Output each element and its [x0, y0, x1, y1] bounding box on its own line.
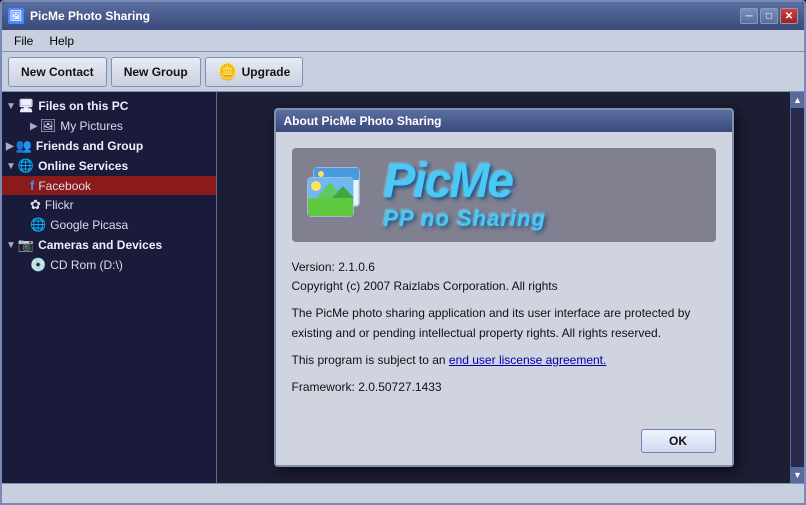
- license-text: This program is subject to an end user l…: [292, 351, 716, 370]
- ok-button[interactable]: OK: [641, 429, 716, 453]
- picme-sub-text: PP no Sharing: [384, 206, 706, 232]
- dialog-footer: OK: [276, 421, 732, 465]
- dialog-title-bar: About PicMe Photo Sharing: [276, 110, 732, 132]
- sidebar-files-label: Files on this PC: [38, 99, 128, 113]
- sidebar-flickr-label: Flickr: [45, 198, 74, 212]
- new-group-button[interactable]: New Group: [111, 57, 201, 87]
- close-button[interactable]: ✕: [780, 8, 798, 24]
- app-icon: 🖼: [8, 8, 24, 24]
- window-title: PicMe Photo Sharing: [30, 9, 740, 23]
- version-line: Version: 2.1.0.6 Copyright (c) 2007 Raizl…: [292, 258, 716, 296]
- cdrom-icon: 💿: [30, 257, 46, 273]
- expand-arrow-friends: ▶: [6, 141, 14, 152]
- title-bar: 🖼 PicMe Photo Sharing ─ □ ✕: [2, 2, 804, 30]
- picme-logo-text: PicMe: [384, 158, 706, 206]
- dialog-overlay: About PicMe Photo Sharing: [217, 92, 790, 483]
- scroll-track: [791, 108, 804, 467]
- maximize-button[interactable]: □: [760, 8, 778, 24]
- menu-help[interactable]: Help: [41, 32, 82, 50]
- sidebar-item-facebook[interactable]: f Facebook: [2, 176, 216, 195]
- scroll-down-arrow[interactable]: ▼: [791, 467, 804, 483]
- scroll-up-arrow[interactable]: ▲: [791, 92, 804, 108]
- main-panel: About PicMe Photo Sharing: [217, 92, 790, 483]
- dialog-title: About PicMe Photo Sharing: [284, 114, 442, 128]
- framework-value: 2.0.50727.1433: [358, 380, 441, 394]
- facebook-icon: f: [30, 178, 34, 193]
- minimize-button[interactable]: ─: [740, 8, 758, 24]
- camera-icon: 📷: [18, 237, 34, 253]
- about-dialog: About PicMe Photo Sharing: [274, 108, 734, 467]
- menu-bar: File Help: [2, 30, 804, 52]
- expand-arrow-online: ▼: [6, 161, 16, 172]
- copyright-text: Copyright (c) 2007 Raizlabs Corporation.…: [292, 279, 558, 293]
- toolbar: New Contact New Group 🪙 Upgrade: [2, 52, 804, 92]
- sidebar-facebook-label: Facebook: [38, 179, 91, 193]
- coin-icon: 🪙: [218, 62, 238, 82]
- version-label: Version:: [292, 260, 339, 274]
- sidebar-section-files[interactable]: ▼ 🖥 Files on this PC: [2, 96, 216, 116]
- online-icon: 🌐: [18, 158, 34, 174]
- dialog-body: PicMe PP no Sharing Version: 2.1.0.6 Copy…: [276, 132, 732, 421]
- flickr-icon: ✿: [30, 197, 41, 213]
- sidebar: ▼ 🖥 Files on this PC ▶ 🖼 My Pictures ▶ 👥…: [2, 92, 217, 483]
- menu-file[interactable]: File: [6, 32, 41, 50]
- friends-icon: 👥: [16, 138, 32, 154]
- sidebar-cameras-label: Cameras and Devices: [38, 238, 162, 252]
- sidebar-section-friends[interactable]: ▶ 👥 Friends and Group: [2, 136, 216, 156]
- main-scrollbar: ▲ ▼: [790, 92, 804, 483]
- sidebar-friends-label: Friends and Group: [36, 139, 143, 153]
- description-text: The PicMe photo sharing application and …: [292, 304, 716, 342]
- sidebar-cdrom-label: CD Rom (D:\): [50, 258, 123, 272]
- main-window: 🖼 PicMe Photo Sharing ─ □ ✕ File Help Ne…: [0, 0, 806, 505]
- main-content-area: About PicMe Photo Sharing: [217, 92, 804, 483]
- window-controls: ─ □ ✕: [740, 8, 798, 24]
- sidebar-section-cameras[interactable]: ▼ 📷 Cameras and Devices: [2, 235, 216, 255]
- dialog-logo-area: PicMe PP no Sharing: [292, 148, 716, 242]
- license-link[interactable]: end user liscense agreement.: [449, 353, 606, 367]
- sidebar-online-label: Online Services: [38, 159, 128, 173]
- expand-arrow-files: ▼: [6, 101, 16, 112]
- expand-arrow-cameras: ▼: [6, 240, 16, 251]
- sidebar-picasa-label: Google Picasa: [50, 218, 128, 232]
- sidebar-item-cdrom[interactable]: 💿 CD Rom (D:\): [2, 255, 216, 275]
- framework-label: Framework:: [292, 380, 359, 394]
- computer-icon: 🖥: [18, 98, 35, 114]
- expand-arrow-pictures: ▶: [30, 121, 38, 132]
- sidebar-item-flickr[interactable]: ✿ Flickr: [2, 195, 216, 215]
- upgrade-button[interactable]: 🪙 Upgrade: [205, 57, 304, 87]
- new-contact-button[interactable]: New Contact: [8, 57, 107, 87]
- content-area: ▼ 🖥 Files on this PC ▶ 🖼 My Pictures ▶ 👥…: [2, 92, 804, 483]
- sidebar-item-my-pictures[interactable]: ▶ 🖼 My Pictures: [2, 116, 216, 136]
- dialog-info: Version: 2.1.0.6 Copyright (c) 2007 Raizl…: [292, 258, 716, 397]
- sidebar-item-picasa[interactable]: 🌐 Google Picasa: [2, 215, 216, 235]
- sidebar-pictures-label: My Pictures: [60, 119, 123, 133]
- pictures-icon: 🖼: [40, 118, 57, 134]
- logo-text-area: PicMe PP no Sharing: [384, 158, 706, 232]
- version-value: 2.1.0.6: [338, 260, 375, 274]
- sidebar-section-online[interactable]: ▼ 🌐 Online Services: [2, 156, 216, 176]
- status-bar: [2, 483, 804, 503]
- app-logo-icon: [302, 160, 372, 230]
- upgrade-label: Upgrade: [242, 65, 291, 79]
- picasa-icon: 🌐: [30, 217, 46, 233]
- framework-line: Framework: 2.0.50727.1433: [292, 378, 716, 397]
